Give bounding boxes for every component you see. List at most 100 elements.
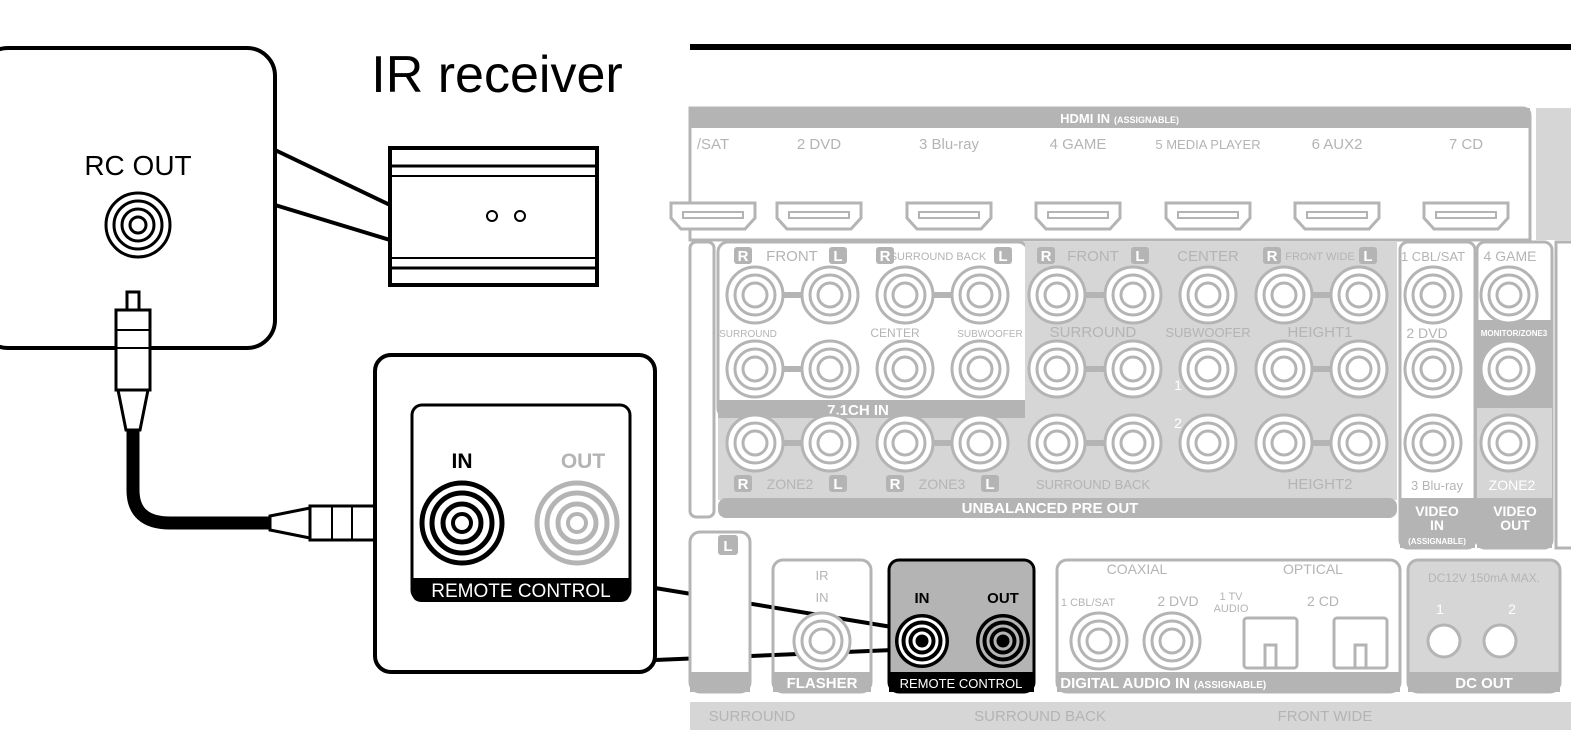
dc-2-label: 2 <box>1508 601 1516 617</box>
rca-jack[interactable] <box>1403 339 1463 399</box>
rca-jack[interactable] <box>1329 413 1389 473</box>
dc-rating: DC12V 150mA MAX. <box>1428 571 1540 585</box>
rca-jack[interactable] <box>1103 265 1163 325</box>
panel-label: MONITOR/ZONE3 <box>1481 329 1548 338</box>
rc-panel-title: REMOTE CONTROL <box>900 676 1023 691</box>
panel-label: SURROUND <box>719 329 777 340</box>
rc-in-label: IN <box>915 590 930 607</box>
panel-label: 4 GAME <box>1484 248 1537 264</box>
rca-jack[interactable] <box>1329 265 1389 325</box>
rca-jack[interactable] <box>1254 339 1314 399</box>
receiver-rear-panel: HDMI IN (ASSIGNABLE) /SAT 2 DVD 3 Blu-ray 4… <box>669 106 1571 730</box>
panel-label: 1 <box>1174 377 1182 393</box>
rca-jack[interactable] <box>1178 265 1238 325</box>
panel-label: 2 DVD <box>1406 325 1447 341</box>
dc-out-jack <box>1482 623 1518 659</box>
panel-label: SUBWOOFER <box>957 329 1023 340</box>
panel-label: SURROUND <box>1050 324 1137 341</box>
remote-control-panel: IN OUT REMOTE CONTROL <box>887 558 1036 694</box>
hdmi-input-label: 2 DVD <box>797 136 841 153</box>
dc-out-title: DC OUT <box>1455 675 1513 692</box>
rca-jack[interactable] <box>725 339 785 399</box>
da-title-note: (ASSIGNABLE) <box>1194 680 1266 691</box>
rca-jack[interactable] <box>950 413 1010 473</box>
rca-jack[interactable] <box>1142 611 1202 671</box>
rca-jack[interactable] <box>1329 339 1389 399</box>
rca-jack[interactable] <box>1027 339 1087 399</box>
da-cd-label: 2 CD <box>1307 593 1339 609</box>
rca-jack[interactable] <box>800 265 860 325</box>
bottom-label: SURROUND <box>709 708 796 725</box>
panel-label: ZONE2 <box>767 476 814 492</box>
hdmi-title: HDMI IN <box>1060 111 1110 126</box>
rca-jack[interactable] <box>950 265 1010 325</box>
rca-jack[interactable] <box>1479 339 1539 399</box>
rca-jack[interactable] <box>1103 339 1163 399</box>
rca-jack[interactable] <box>1178 339 1238 399</box>
rca-jack[interactable] <box>875 339 935 399</box>
panel-label: SURROUND BACK <box>1036 477 1150 492</box>
rca-jack[interactable] <box>950 339 1010 399</box>
hdmi-title-note: (ASSIGNABLE) <box>1114 115 1179 125</box>
rca-jack[interactable] <box>725 265 785 325</box>
remote-control-zoom: IN OUT REMOTE CONTROL <box>373 353 657 674</box>
zoom-out-jack <box>534 480 620 566</box>
optical-label: OPTICAL <box>1283 561 1343 577</box>
bottom-label: FRONT WIDE <box>1278 708 1373 725</box>
rca-jack[interactable] <box>800 339 860 399</box>
ir-receiver <box>388 146 599 287</box>
panel-top-edge <box>690 44 1571 50</box>
rc-out-port-label: OUT <box>987 590 1019 607</box>
left-l-label: L <box>723 538 732 555</box>
zoom-in-jack <box>419 480 505 566</box>
hdmi-input-label: 5 MEDIA PLAYER <box>1155 137 1260 152</box>
panel-label: ZONE3 <box>919 476 966 492</box>
da-tv-audio-label: AUDIO <box>1214 603 1249 615</box>
rca-jack[interactable] <box>1479 413 1539 473</box>
rc-out-label: RC OUT <box>84 150 191 181</box>
rca-jack[interactable] <box>1069 611 1129 671</box>
panel-label: 3 Blu-ray <box>1411 478 1464 493</box>
zoom-in-label: IN <box>452 450 473 473</box>
da-dvd-label: 2 DVD <box>1157 593 1198 609</box>
rca-jack[interactable] <box>1103 413 1163 473</box>
rca-jack[interactable] <box>875 265 935 325</box>
rc-in-jack[interactable] <box>895 614 949 668</box>
bottom-label: SURROUND BACK <box>974 708 1106 725</box>
da-tv-label: 1 TV <box>1219 591 1243 603</box>
panel-label: L <box>985 476 994 493</box>
zoom-panel-label: REMOTE CONTROL <box>431 581 610 602</box>
flasher-title: FLASHER <box>787 675 858 692</box>
rca-jack[interactable] <box>875 413 935 473</box>
rca-jack[interactable] <box>1027 413 1087 473</box>
rca-jack[interactable] <box>1254 265 1314 325</box>
coaxial-label: COAXIAL <box>1107 561 1168 577</box>
rca-jack[interactable] <box>1178 413 1238 473</box>
rca-jack[interactable] <box>1479 265 1539 325</box>
rca-jack[interactable] <box>1403 413 1463 473</box>
rc-out-jack-receiver[interactable] <box>976 614 1030 668</box>
hdmi-input-label: /SAT <box>697 136 729 153</box>
panel-label: (ASSIGNABLE) <box>1408 537 1466 546</box>
flasher-in-label: IN <box>816 590 829 605</box>
rca-jack[interactable] <box>792 611 852 671</box>
panel-label: CENTER <box>1177 248 1239 265</box>
panel-label: OUT <box>1500 517 1530 533</box>
panel-label: L <box>1135 248 1144 265</box>
panel-label: FRONT <box>1067 248 1119 265</box>
rca-jack[interactable] <box>1027 265 1087 325</box>
da-title: DIGITAL AUDIO IN <box>1060 675 1190 692</box>
rca-jack[interactable] <box>800 413 860 473</box>
optical-port <box>1242 616 1389 670</box>
hdmi-input-label: 4 GAME <box>1050 136 1107 153</box>
panel-label: 1 CBL/SAT <box>1401 249 1465 264</box>
preout-title: UNBALANCED PRE OUT <box>962 500 1139 517</box>
panel-label: ZONE2 <box>1489 477 1536 493</box>
panel-label: HEIGHT2 <box>1287 476 1352 493</box>
hdmi-input-label: 6 AUX2 <box>1312 136 1363 153</box>
rca-jack[interactable] <box>725 413 785 473</box>
rca-jack[interactable] <box>1254 413 1314 473</box>
rca-jack[interactable] <box>1403 265 1463 325</box>
panel-label: HEIGHT1 <box>1287 324 1352 341</box>
panel-label: SURROUND BACK <box>890 251 987 263</box>
